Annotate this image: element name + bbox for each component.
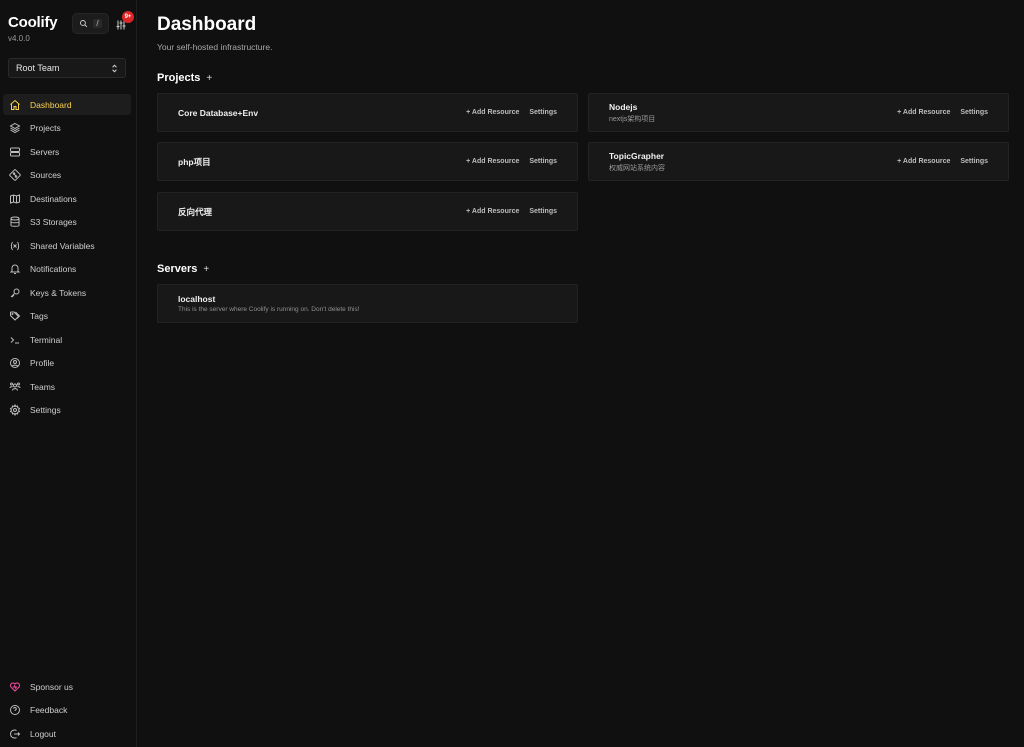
server-description: This is the server where Coolify is runn… (178, 306, 360, 313)
team-selector[interactable]: Root Team (8, 58, 126, 78)
logout-icon (10, 729, 21, 738)
bell-icon (9, 264, 21, 274)
database-icon (10, 216, 20, 227)
project-card[interactable]: php项目 + Add Resource Settings (157, 142, 578, 181)
sidebar-item-teams[interactable]: Teams (3, 376, 131, 397)
project-name: 反向代理 (178, 206, 213, 217)
project-card[interactable]: TopicGrapher 权威网站系统内容 + Add Resource Set… (588, 142, 1009, 181)
home-icon (10, 99, 20, 110)
app-version: v4.0.0 (8, 34, 30, 43)
variable-icon (10, 241, 20, 250)
project-name: TopicGrapher (609, 150, 665, 161)
project-settings-link[interactable]: Settings (529, 158, 557, 165)
sidebar-item-sources[interactable]: Sources (3, 165, 131, 186)
server-name: localhost (178, 294, 216, 304)
project-settings-link[interactable]: Settings (960, 158, 988, 165)
git-icon (9, 169, 21, 181)
sidebar-item-label: Notifications (30, 264, 77, 274)
server-icon (10, 147, 20, 156)
add-resource-link[interactable]: + Add Resource (466, 208, 519, 215)
user-icon (10, 358, 20, 368)
chevron-up-down-icon (112, 64, 117, 72)
sidebar-item-label: Shared Variables (30, 240, 95, 251)
sidebar-nav: Dashboard Projects Servers Sources Desti… (3, 94, 131, 423)
sidebar-item-profile[interactable]: Profile (3, 353, 131, 374)
help-icon (10, 705, 20, 715)
page-subtitle: Your self-hosted infrastructure. (157, 42, 273, 52)
map-icon (10, 193, 20, 204)
projects-title: Projects (157, 72, 201, 84)
sidebar-item-label: Projects (30, 123, 61, 133)
sidebar-item-label: Keys & Tokens (30, 287, 87, 298)
sidebar-item-terminal[interactable]: Terminal (3, 329, 131, 350)
sidebar-item-notifications[interactable]: Notifications (3, 259, 131, 280)
search-icon (80, 20, 88, 28)
sidebar-item-label: Destinations (30, 193, 77, 204)
project-name: Nodejs (609, 101, 638, 112)
project-settings-link[interactable]: Settings (529, 208, 557, 215)
sidebar-item-label: Teams (30, 381, 56, 392)
terminal-icon (10, 336, 19, 343)
team-icon (9, 382, 21, 391)
project-card[interactable]: 反向代理 + Add Resource Settings (157, 192, 578, 231)
project-card[interactable]: Core Database+Env + Add Resource Setting… (157, 93, 578, 132)
brand: Coolify v4.0.0 (8, 14, 58, 43)
project-settings-link[interactable]: Settings (529, 109, 557, 116)
search-button[interactable]: / (72, 13, 109, 34)
servers-header: Servers + (157, 263, 209, 275)
add-resource-link[interactable]: + Add Resource (897, 109, 950, 116)
sidebar-item-label: Dashboard (30, 99, 72, 110)
team-selector-value: Root Team (16, 63, 60, 73)
sidebar-item-label: Servers (30, 146, 60, 157)
sidebar-item-feedback[interactable]: Feedback (3, 700, 131, 721)
sidebar-item-tags[interactable]: Tags (3, 306, 131, 327)
sidebar-item-label: Sponsor us (30, 681, 73, 692)
projects-header: Projects + (157, 72, 212, 84)
app-logo[interactable]: Coolify (8, 14, 58, 31)
sidebar-item-label: Sources (30, 170, 62, 180)
project-name: Core Database+Env (178, 107, 259, 118)
gear-icon (9, 404, 21, 416)
project-description: 权威网站系统内容 (609, 164, 665, 172)
sidebar-item-servers[interactable]: Servers (3, 141, 131, 162)
page-title: Dashboard (157, 14, 257, 35)
add-resource-link[interactable]: + Add Resource (897, 158, 950, 165)
sidebar-item-keys-tokens[interactable]: Keys & Tokens (3, 282, 131, 303)
sidebar-item-logout[interactable]: Logout (3, 723, 131, 744)
add-server-button[interactable]: + (203, 264, 209, 275)
sidebar-item-label: Terminal (30, 334, 63, 345)
sidebar-item-label: Feedback (30, 705, 68, 715)
tag-icon (10, 311, 21, 321)
sidebar-item-sponsor[interactable]: Sponsor us (3, 676, 131, 697)
sidebar-item-label: S3 Storages (30, 217, 77, 227)
add-project-button[interactable]: + (206, 73, 212, 84)
server-card[interactable]: localhost This is the server where Cooli… (157, 284, 578, 323)
sidebar-item-s3-storages[interactable]: S3 Storages (3, 212, 131, 233)
sidebar-bottom-nav: Sponsor us Feedback Logout (3, 676, 131, 747)
sidebar-item-settings[interactable]: Settings (3, 400, 131, 421)
project-name: php项目 (178, 156, 211, 167)
add-resource-link[interactable]: + Add Resource (466, 109, 519, 116)
sidebar-item-projects[interactable]: Projects (3, 118, 131, 139)
key-icon (10, 288, 20, 297)
sidebar-item-label: Tags (30, 311, 48, 321)
layers-icon (9, 122, 21, 134)
servers-title: Servers (157, 263, 198, 275)
sidebar-item-label: Settings (30, 405, 61, 415)
sidebar-item-shared-variables[interactable]: Shared Variables (3, 235, 131, 256)
notification-badge: 9+ (122, 11, 134, 23)
sidebar-item-label: Profile (30, 358, 55, 368)
project-description: nextjs架构项目 (609, 115, 656, 123)
sidebar-item-destinations[interactable]: Destinations (3, 188, 131, 209)
heart-icon (9, 681, 21, 692)
sidebar-item-label: Logout (30, 728, 56, 739)
sidebar: Coolify v4.0.0 / 9+ Root Team Dashboard … (0, 0, 137, 747)
add-resource-link[interactable]: + Add Resource (466, 158, 519, 165)
project-card[interactable]: Nodejs nextjs架构项目 + Add Resource Setting… (588, 93, 1009, 132)
sidebar-item-dashboard[interactable]: Dashboard (3, 94, 131, 115)
project-settings-link[interactable]: Settings (960, 109, 988, 116)
search-shortcut: / (93, 19, 102, 28)
